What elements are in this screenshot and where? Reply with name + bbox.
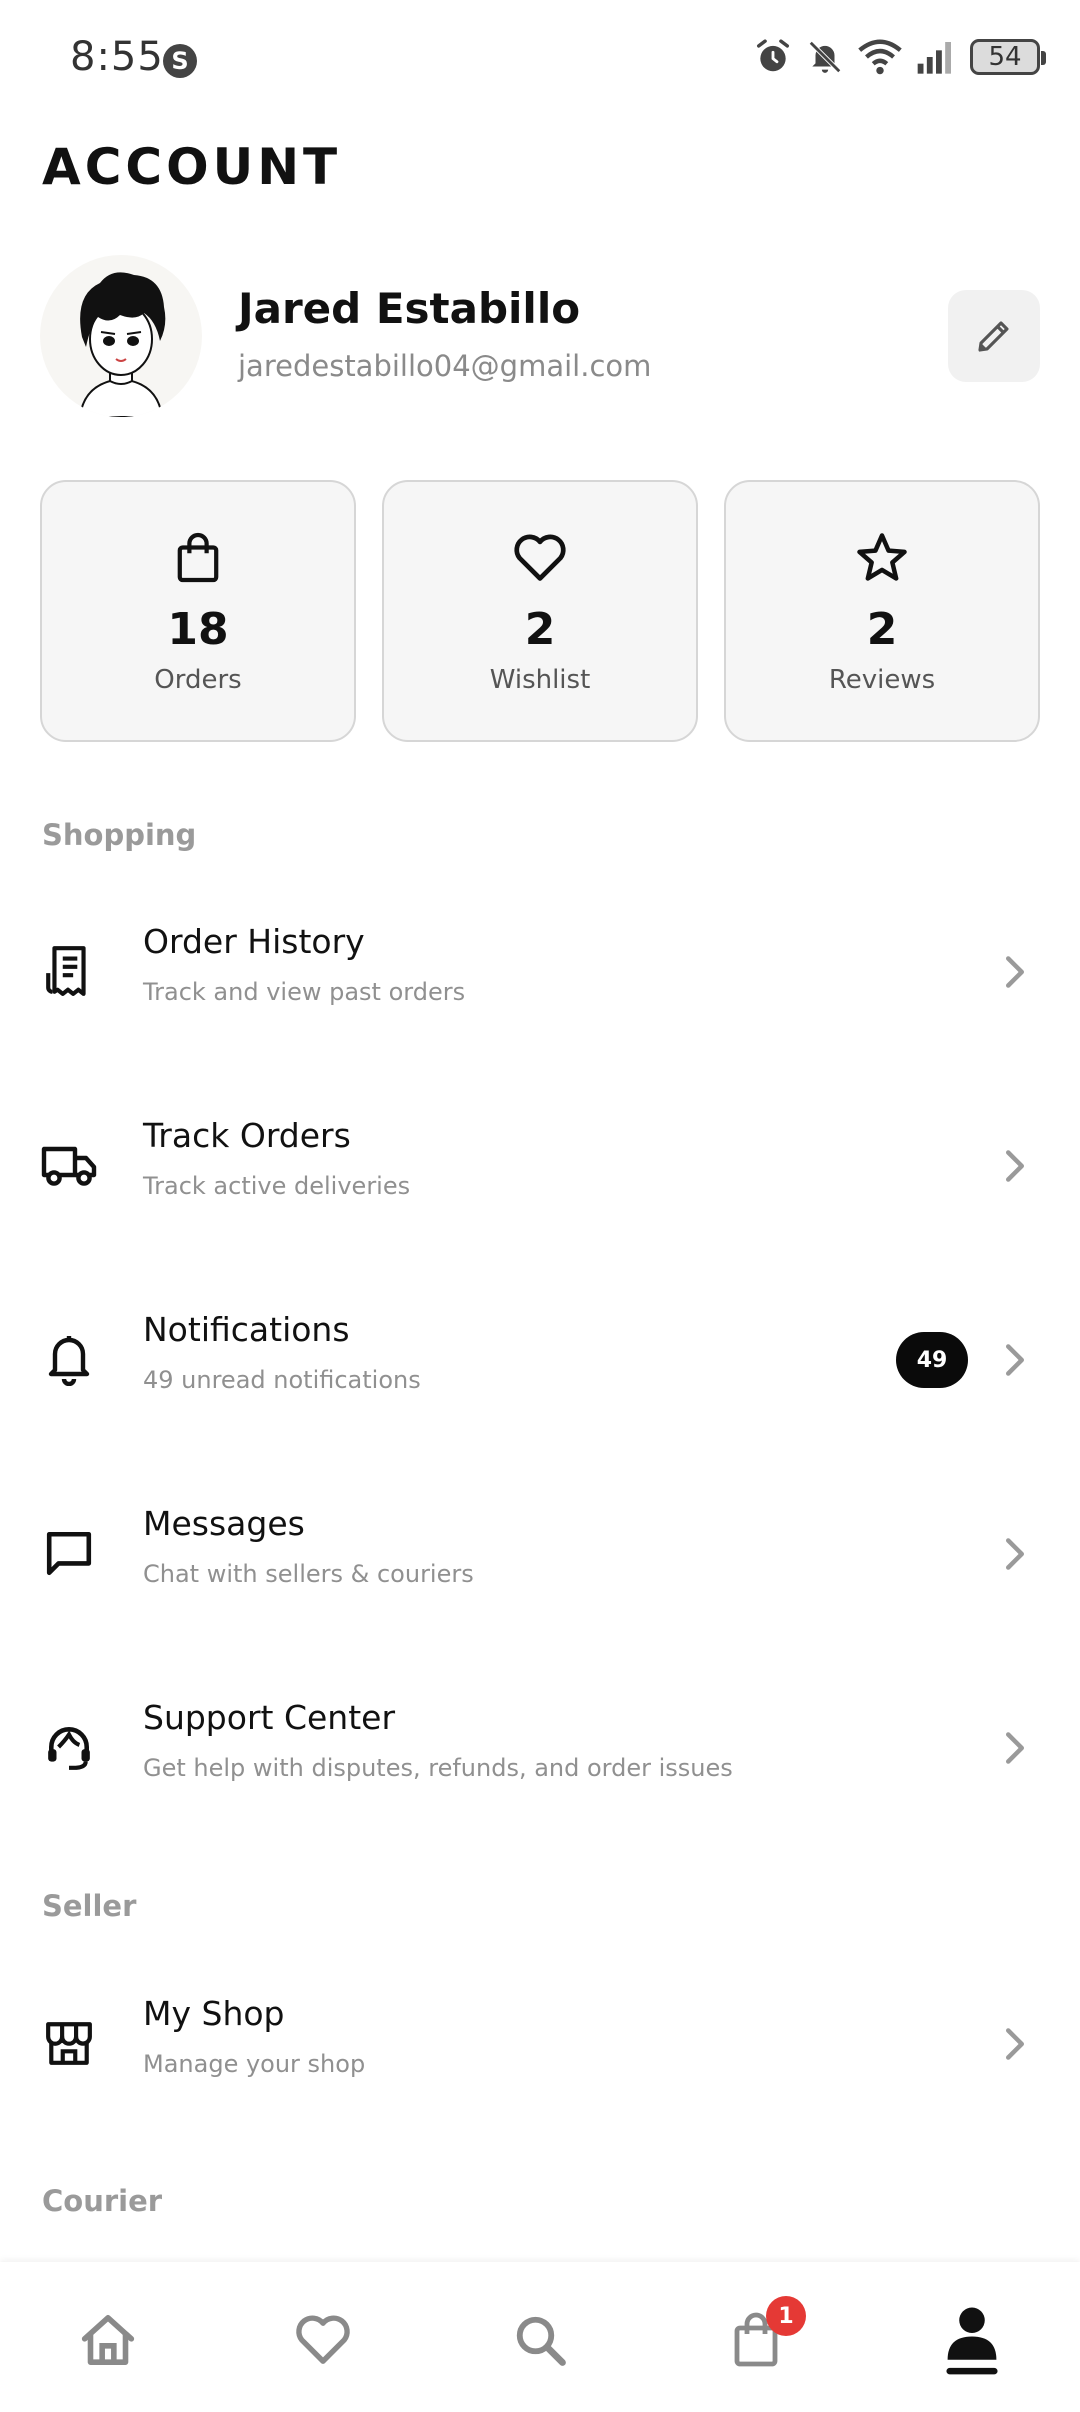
menu-item-subtitle: Track active deliveries bbox=[143, 1172, 411, 1200]
app-notification-icon: S bbox=[163, 44, 197, 78]
bottom-nav: 1 bbox=[0, 2262, 1080, 2412]
status-icons: 54 bbox=[754, 38, 1046, 76]
status-bar: 8:55 S 54 bbox=[0, 0, 1080, 120]
edit-profile-button[interactable] bbox=[948, 290, 1040, 382]
stat-value: 18 bbox=[167, 604, 229, 655]
menu-item-title: Track Orders bbox=[143, 1116, 351, 1155]
menu-item-title: Support Center bbox=[143, 1698, 396, 1737]
stat-label: Wishlist bbox=[489, 665, 591, 695]
stat-label: Reviews bbox=[828, 665, 936, 695]
store-icon bbox=[40, 2014, 98, 2072]
stat-card-reviews[interactable]: 2 Reviews bbox=[724, 480, 1040, 742]
nav-wishlist[interactable] bbox=[283, 2300, 363, 2380]
stat-value: 2 bbox=[524, 604, 556, 655]
section-title-courier: Courier bbox=[42, 2184, 163, 2218]
bell-icon bbox=[40, 1330, 98, 1388]
menu-item-notifications[interactable]: Notifications 49 unread notifications 49 bbox=[0, 1266, 1080, 1456]
section-title-shopping: Shopping bbox=[42, 818, 197, 852]
nav-search[interactable] bbox=[500, 2300, 580, 2380]
menu-item-order-history[interactable]: Order History Track and view past orders bbox=[0, 878, 1080, 1068]
signal-icon bbox=[917, 42, 951, 74]
menu-item-subtitle: 49 unread notifications bbox=[143, 1366, 421, 1394]
menu-item-title: My Shop bbox=[143, 1994, 285, 2033]
alarm-icon bbox=[757, 39, 789, 72]
wifi-icon bbox=[858, 39, 902, 75]
menu-item-my-shop[interactable]: My Shop Manage your shop bbox=[0, 1950, 1080, 2140]
chevron-right-icon bbox=[1006, 1344, 1024, 1376]
chevron-right-icon bbox=[1006, 1732, 1024, 1764]
stat-value: 2 bbox=[866, 604, 898, 655]
chevron-right-icon bbox=[1006, 956, 1024, 988]
stat-label: Orders bbox=[154, 665, 242, 695]
heart-icon bbox=[512, 530, 568, 586]
nav-home[interactable] bbox=[68, 2300, 148, 2380]
stat-card-wishlist[interactable]: 2 Wishlist bbox=[382, 480, 698, 742]
menu-item-title: Order History bbox=[143, 922, 365, 961]
mute-bell-icon bbox=[809, 41, 841, 73]
status-time: 8:55 bbox=[70, 34, 164, 80]
chat-icon bbox=[40, 1524, 98, 1582]
stats-row: 18 Orders 2 Wishlist 2 Reviews bbox=[40, 480, 1040, 742]
page-title: ACCOUNT bbox=[42, 138, 342, 196]
shopping-bag-icon bbox=[175, 530, 221, 586]
chevron-right-icon bbox=[1006, 1150, 1024, 1182]
profile-name: Jared Estabillo bbox=[238, 284, 581, 333]
receipt-icon bbox=[40, 942, 98, 1000]
chevron-right-icon bbox=[1006, 2028, 1024, 2060]
menu-item-subtitle: Manage your shop bbox=[143, 2050, 366, 2078]
star-icon bbox=[855, 530, 909, 586]
chevron-right-icon bbox=[1006, 1538, 1024, 1570]
cart-count-badge: 1 bbox=[766, 2296, 806, 2336]
menu-item-subtitle: Track and view past orders bbox=[143, 978, 466, 1006]
profile-email: jaredestabillo04@gmail.com bbox=[238, 349, 652, 383]
section-title-seller: Seller bbox=[42, 1889, 137, 1923]
menu-item-track-orders[interactable]: Track Orders Track active deliveries bbox=[0, 1072, 1080, 1262]
menu-item-messages[interactable]: Messages Chat with sellers & couriers bbox=[0, 1460, 1080, 1650]
stat-card-orders[interactable]: 18 Orders bbox=[40, 480, 356, 742]
heart-icon bbox=[296, 2315, 350, 2364]
menu-item-title: Messages bbox=[143, 1504, 305, 1543]
search-icon bbox=[516, 2316, 566, 2366]
avatar[interactable] bbox=[40, 255, 202, 417]
notification-count-badge: 49 bbox=[896, 1332, 968, 1388]
menu-item-subtitle: Chat with sellers & couriers bbox=[143, 1560, 474, 1588]
menu-item-title: Notifications bbox=[143, 1310, 350, 1349]
battery-indicator: 54 bbox=[970, 39, 1046, 75]
nav-profile[interactable] bbox=[932, 2300, 1012, 2380]
menu-item-subtitle: Get help with disputes, refunds, and ord… bbox=[143, 1754, 733, 1782]
menu-item-support-center[interactable]: Support Center Get help with disputes, r… bbox=[0, 1654, 1080, 1844]
headset-icon bbox=[40, 1718, 98, 1776]
pencil-icon bbox=[978, 321, 1009, 352]
truck-icon bbox=[40, 1136, 98, 1194]
home-icon bbox=[81, 2315, 135, 2365]
profile-icon bbox=[946, 2307, 998, 2375]
